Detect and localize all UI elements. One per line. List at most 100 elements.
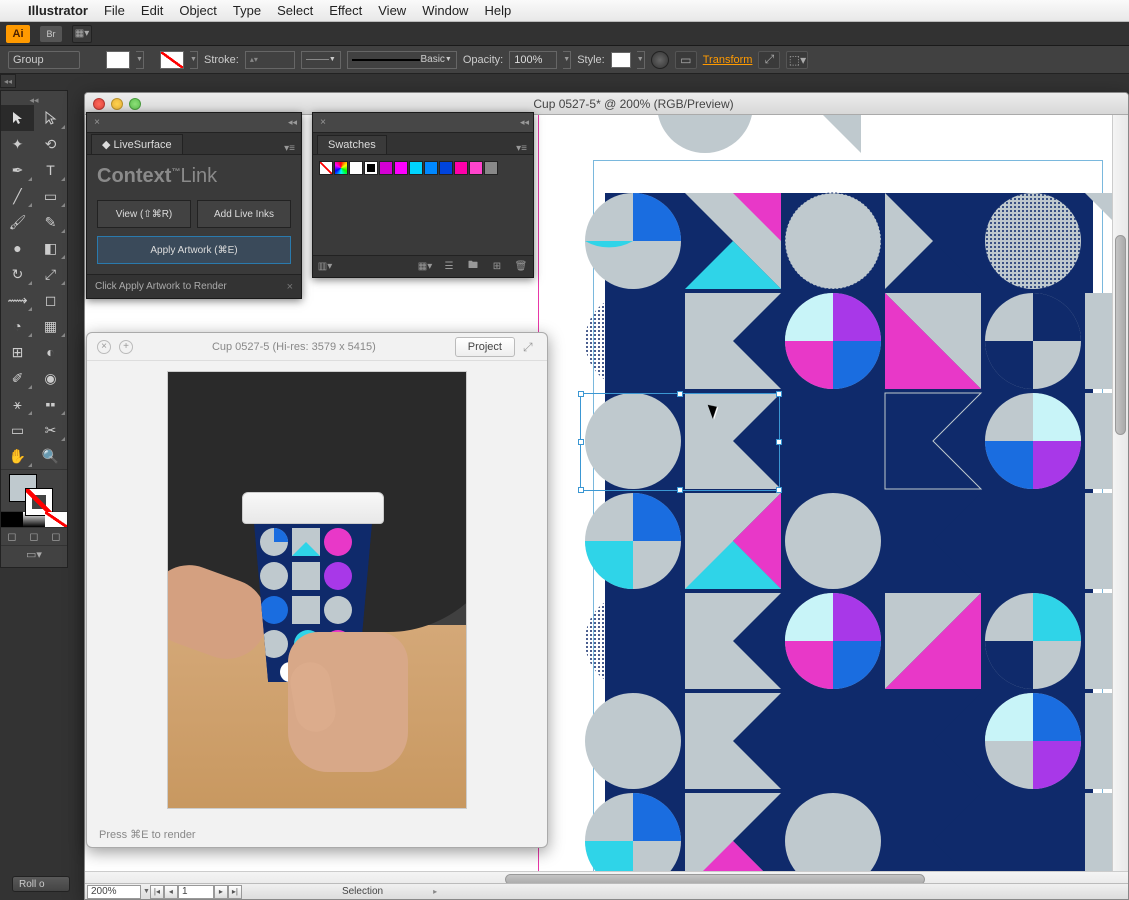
swatch-item[interactable]	[409, 161, 423, 175]
graphic-style-swatch[interactable]	[611, 52, 631, 68]
view-button[interactable]: View (⇧⌘R)	[97, 200, 191, 228]
color-mode-icon[interactable]	[1, 512, 23, 527]
perspective-tool[interactable]: ▦	[34, 313, 67, 339]
selection-tool[interactable]	[1, 105, 34, 131]
opacity-menu[interactable]: ▼	[563, 51, 571, 69]
swatches-close-icon[interactable]: ×	[317, 117, 329, 129]
selection-box[interactable]	[580, 393, 780, 491]
swatch-item[interactable]	[394, 161, 408, 175]
arrange-docs-icon[interactable]: ▦▾	[72, 25, 92, 43]
graphic-style-menu[interactable]: ▼	[637, 51, 645, 69]
rotate-tool[interactable]: ↻	[1, 261, 34, 287]
paintbrush-tool[interactable]: 🖌	[1, 209, 34, 235]
draw-inside-icon[interactable]: ◻	[51, 530, 60, 543]
delete-swatch-icon[interactable]: 🗑	[513, 260, 529, 274]
isolate-icon[interactable]: ⤢	[758, 51, 780, 69]
window-zoom-icon[interactable]	[129, 98, 141, 110]
lasso-tool[interactable]: ⟲	[34, 131, 67, 157]
vertical-scrollbar[interactable]	[1112, 115, 1128, 871]
window-minimize-icon[interactable]	[111, 98, 123, 110]
prev-artboard-btn[interactable]: ◂	[164, 885, 178, 899]
new-color-group-icon[interactable]: 🖿	[465, 260, 481, 274]
zoom-field[interactable]: 200%	[87, 885, 141, 899]
graph-tool[interactable]: ▪▪	[34, 391, 67, 417]
panel-drag-bar[interactable]: × ◂◂	[87, 113, 301, 133]
apply-artwork-button[interactable]: Apply Artwork (⌘E)	[97, 236, 291, 264]
first-artboard-btn[interactable]: |◂	[150, 885, 164, 899]
bridge-icon[interactable]: Br	[40, 26, 62, 42]
scale-tool[interactable]: ⤢	[34, 261, 67, 287]
type-tool[interactable]: T	[34, 157, 67, 183]
swatch-item[interactable]	[439, 161, 453, 175]
pen-tool[interactable]: ✒	[1, 157, 34, 183]
swatches-menu-icon[interactable]: ▾≡	[516, 143, 527, 154]
menu-window[interactable]: Window	[422, 3, 468, 18]
collapsed-panel-tab[interactable]: ◂◂	[0, 74, 16, 88]
swatch-black[interactable]	[364, 161, 378, 175]
symbol-sprayer-tool[interactable]: ⚹	[1, 391, 34, 417]
project-button[interactable]: Project	[455, 337, 515, 357]
menu-file[interactable]: File	[104, 3, 125, 18]
next-artboard-btn[interactable]: ▸	[214, 885, 228, 899]
rectangle-tool[interactable]: ▭	[34, 183, 67, 209]
magic-wand-tool[interactable]: ✦	[1, 131, 34, 157]
swatch-item[interactable]	[379, 161, 393, 175]
v-scroll-thumb[interactable]	[1115, 235, 1126, 435]
eyedropper-tool[interactable]: ✐	[1, 365, 34, 391]
screen-mode-icon[interactable]: ▭▾	[26, 548, 42, 561]
new-swatch-icon[interactable]: ⊞	[489, 260, 505, 274]
preview-close-icon[interactable]: ×	[97, 340, 111, 354]
swatches-tab[interactable]: Swatches	[317, 135, 387, 154]
zoom-tool[interactable]: 🔍	[34, 443, 67, 469]
menubar-app[interactable]: Illustrator	[28, 3, 88, 18]
preview-add-icon[interactable]: +	[119, 340, 133, 354]
hint-close-icon[interactable]: ×	[287, 281, 293, 293]
swatch-item[interactable]	[424, 161, 438, 175]
tools-collapse-icon[interactable]: ◂◂	[1, 95, 67, 105]
swatch-item[interactable]	[469, 161, 483, 175]
mesh-tool[interactable]: ⊞	[1, 339, 34, 365]
artboard-number-field[interactable]: 1	[178, 885, 214, 899]
panel-menu-icon[interactable]: ▾≡	[284, 143, 295, 154]
window-close-icon[interactable]	[93, 98, 105, 110]
width-tool[interactable]: ⟿	[1, 287, 34, 313]
blob-brush-tool[interactable]: ●	[1, 235, 34, 261]
livesurface-tab[interactable]: ◆ LiveSurface	[91, 134, 183, 154]
stroke-swatch-menu[interactable]: ▼	[190, 51, 198, 69]
draw-behind-icon[interactable]: ◻	[29, 530, 38, 543]
edit-icon[interactable]: ⬚▾	[786, 51, 808, 69]
panel-close-icon[interactable]: ×	[91, 117, 103, 129]
brush-field[interactable]: Basic▼	[347, 51, 457, 69]
last-artboard-btn[interactable]: ▸|	[228, 885, 242, 899]
menu-select[interactable]: Select	[277, 3, 313, 18]
fill-stroke-indicator[interactable]	[1, 469, 67, 511]
shape-builder-tool[interactable]: ◔	[1, 313, 34, 339]
align-icon[interactable]: ▭	[675, 51, 697, 69]
blend-tool[interactable]: ◉	[34, 365, 67, 391]
none-mode-icon[interactable]	[45, 512, 67, 527]
gradient-tool[interactable]: ◐	[34, 339, 67, 365]
add-live-inks-button[interactable]: Add Live Inks	[197, 200, 291, 228]
panel-collapse-icon[interactable]: ◂◂	[288, 117, 297, 128]
expand-icon[interactable]: ⤢	[523, 340, 537, 354]
stroke-weight-field[interactable]: ▴▾	[245, 51, 295, 69]
recolor-icon[interactable]	[651, 51, 669, 69]
draw-normal-icon[interactable]: ◻	[7, 530, 16, 543]
hand-tool[interactable]: ✋	[1, 443, 34, 469]
menu-type[interactable]: Type	[233, 3, 261, 18]
menu-effect[interactable]: Effect	[329, 3, 362, 18]
swatch-item[interactable]	[484, 161, 498, 175]
menu-edit[interactable]: Edit	[141, 3, 163, 18]
free-transform-tool[interactable]: ◻	[34, 287, 67, 313]
swatches-drag-bar[interactable]: × ◂◂	[313, 113, 533, 133]
swatch-options-icon[interactable]: ☰	[441, 260, 457, 274]
direct-selection-tool[interactable]	[34, 105, 67, 131]
artboard-tool[interactable]: ▭	[1, 417, 34, 443]
selection-mode-label[interactable]: Group	[8, 51, 80, 69]
menu-object[interactable]: Object	[179, 3, 217, 18]
swatch-libraries-icon[interactable]: ▥▾	[317, 260, 333, 274]
stroke-swatch[interactable]	[160, 51, 184, 69]
fill-swatch-menu[interactable]: ▼	[136, 51, 144, 69]
fill-swatch[interactable]	[106, 51, 130, 69]
transform-link[interactable]: Transform	[703, 54, 753, 66]
